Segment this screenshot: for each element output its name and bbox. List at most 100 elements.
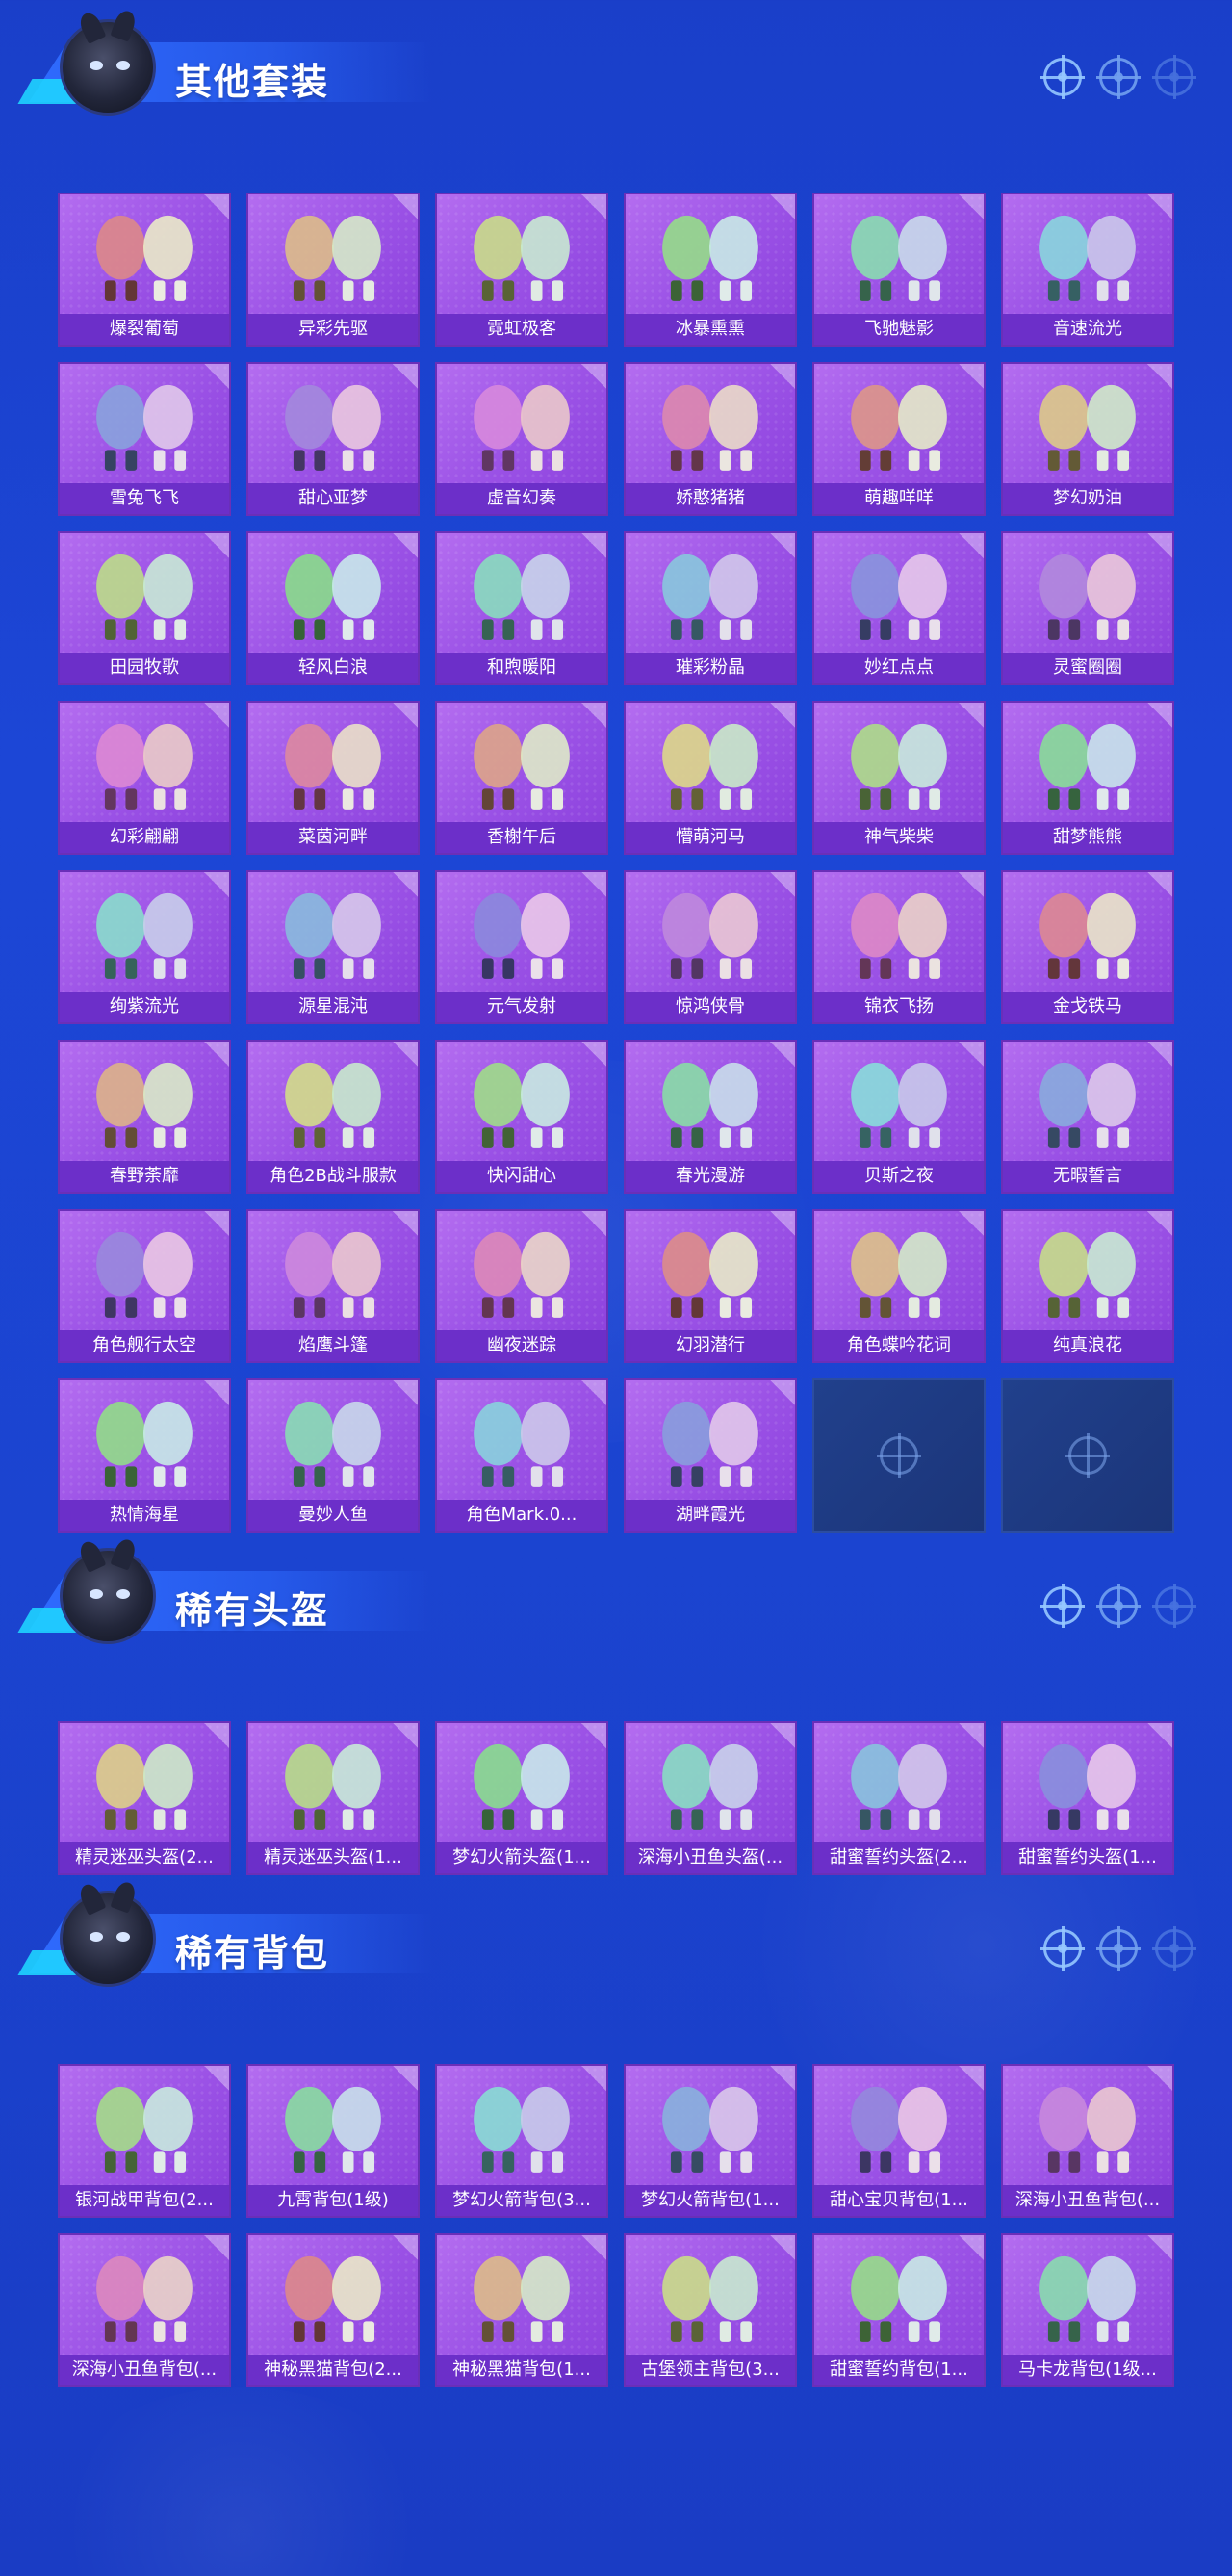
item-card[interactable]: 精灵迷巫头盔(2... [58, 1721, 231, 1875]
item-card[interactable]: 甜蜜誓约头盔(2... [812, 1721, 986, 1875]
item-card[interactable]: 幻羽潜行 [624, 1209, 797, 1363]
section-title: 其他套装 [175, 61, 330, 103]
item-card[interactable]: 梦幻火箭头盔(1... [435, 1721, 608, 1875]
item-label: 湖畔霞光 [626, 1500, 795, 1531]
item-thumbnail [96, 892, 192, 979]
item-card[interactable]: 梦幻奶油 [1001, 362, 1174, 516]
item-card[interactable]: 甜蜜誓约头盔(1... [1001, 1721, 1174, 1875]
item-card[interactable]: 幻彩翩翩 [58, 701, 231, 855]
item-thumbnail [1040, 2255, 1136, 2342]
item-card[interactable]: 梦幻火箭背包(3... [435, 2064, 608, 2218]
item-thumbnail [96, 1062, 192, 1148]
item-card[interactable]: 懵萌河马 [624, 701, 797, 855]
item-card[interactable]: 轻风白浪 [246, 531, 420, 685]
item-label: 轻风白浪 [248, 653, 418, 683]
item-card[interactable]: 源星混沌 [246, 870, 420, 1024]
item-card[interactable]: 田园牧歌 [58, 531, 231, 685]
item-label: 梦幻火箭头盔(1... [437, 1842, 606, 1873]
item-label: 娇憨猪猪 [626, 483, 795, 514]
header-decor [1040, 1926, 1196, 1971]
item-card[interactable]: 雪兔飞飞 [58, 362, 231, 516]
item-card[interactable]: 湖畔霞光 [624, 1378, 797, 1533]
item-card[interactable]: 古堡领主背包(3... [624, 2233, 797, 2387]
item-card[interactable]: 爆裂葡萄 [58, 193, 231, 347]
item-label: 精灵迷巫头盔(2... [60, 1842, 229, 1873]
item-thumbnail [1040, 384, 1136, 471]
item-card[interactable]: 马卡龙背包(1级... [1001, 2233, 1174, 2387]
item-card[interactable]: 焰鹰斗篷 [246, 1209, 420, 1363]
item-label: 甜蜜誓约头盔(2... [814, 1842, 984, 1873]
item-card[interactable]: 热情海星 [58, 1378, 231, 1533]
item-card[interactable]: 精灵迷巫头盔(1... [246, 1721, 420, 1875]
item-thumbnail [474, 1231, 570, 1318]
item-card[interactable]: 香榭午后 [435, 701, 608, 855]
item-card[interactable]: 角色舰行太空 [58, 1209, 231, 1363]
item-card[interactable]: 异彩先驱 [246, 193, 420, 347]
item-card[interactable]: 菜茵河畔 [246, 701, 420, 855]
item-card[interactable]: 虚音幻奏 [435, 362, 608, 516]
item-card[interactable]: 娇憨猪猪 [624, 362, 797, 516]
item-card[interactable]: 曼妙人鱼 [246, 1378, 420, 1533]
item-card[interactable]: 甜梦熊熊 [1001, 701, 1174, 855]
item-card[interactable]: 甜心宝贝背包(1... [812, 2064, 986, 2218]
item-thumbnail [1040, 2086, 1136, 2173]
item-label: 深海小丑鱼头盔(... [626, 1842, 795, 1873]
item-card[interactable]: 惊鸿侠骨 [624, 870, 797, 1024]
item-thumbnail [1040, 1062, 1136, 1148]
item-label: 飞驰魅影 [814, 314, 984, 345]
item-card[interactable]: 贝斯之夜 [812, 1040, 986, 1194]
item-thumbnail [96, 723, 192, 810]
item-card[interactable]: 萌趣咩咩 [812, 362, 986, 516]
item-thumbnail [851, 723, 947, 810]
item-label: 纯真浪花 [1003, 1330, 1172, 1361]
item-card[interactable]: 霓虹极客 [435, 193, 608, 347]
item-card[interactable]: 角色2B战斗服款 [246, 1040, 420, 1194]
item-card[interactable]: 甜心亚梦 [246, 362, 420, 516]
item-card[interactable]: 幽夜迷踪 [435, 1209, 608, 1363]
item-thumbnail [285, 2255, 381, 2342]
item-thumbnail [285, 1231, 381, 1318]
item-card[interactable]: 角色Mark.0... [435, 1378, 608, 1533]
item-thumbnail [96, 554, 192, 640]
item-card[interactable]: 春野荼靡 [58, 1040, 231, 1194]
item-card[interactable]: 璀彩粉晶 [624, 531, 797, 685]
item-card[interactable]: 神气柴柴 [812, 701, 986, 855]
item-label: 妙红点点 [814, 653, 984, 683]
item-thumbnail [662, 723, 758, 810]
item-label: 幻羽潜行 [626, 1330, 795, 1361]
item-thumbnail [851, 2255, 947, 2342]
item-card[interactable]: 无暇誓言 [1001, 1040, 1174, 1194]
item-card[interactable]: 锦衣飞扬 [812, 870, 986, 1024]
crosshair-target-icon [1096, 55, 1141, 99]
crosshair-target-icon [1152, 1926, 1196, 1971]
item-card[interactable]: 银河战甲背包(2... [58, 2064, 231, 2218]
item-card[interactable]: 飞驰魅影 [812, 193, 986, 347]
item-card[interactable]: 春光漫游 [624, 1040, 797, 1194]
item-card[interactable]: 神秘黑猫背包(1... [435, 2233, 608, 2387]
item-card[interactable]: 和煦暖阳 [435, 531, 608, 685]
item-card[interactable]: 快闪甜心 [435, 1040, 608, 1194]
item-card[interactable]: 妙红点点 [812, 531, 986, 685]
item-thumbnail [474, 384, 570, 471]
item-card[interactable]: 金戈铁马 [1001, 870, 1174, 1024]
item-card[interactable]: 灵蜜圈圈 [1001, 531, 1174, 685]
item-card[interactable]: 九霄背包(1级) [246, 2064, 420, 2218]
item-label: 古堡领主背包(3... [626, 2355, 795, 2385]
item-card[interactable]: 绚紫流光 [58, 870, 231, 1024]
item-card[interactable]: 甜蜜誓约背包(1... [812, 2233, 986, 2387]
item-thumbnail [851, 892, 947, 979]
item-card[interactable]: 元气发射 [435, 870, 608, 1024]
item-thumbnail [96, 1743, 192, 1830]
item-card[interactable]: 深海小丑鱼背包(... [1001, 2064, 1174, 2218]
item-card[interactable]: 纯真浪花 [1001, 1209, 1174, 1363]
item-card[interactable]: 神秘黑猫背包(2... [246, 2233, 420, 2387]
item-thumbnail [851, 1743, 947, 1830]
item-card[interactable]: 冰暴熏熏 [624, 193, 797, 347]
item-card[interactable]: 梦幻火箭背包(1... [624, 2064, 797, 2218]
section-2: 稀有背包 [0, 1879, 1232, 1987]
item-card[interactable]: 角色蝶吟花词 [812, 1209, 986, 1363]
item-card[interactable]: 深海小丑鱼头盔(... [624, 1721, 797, 1875]
item-card[interactable]: 深海小丑鱼背包(... [58, 2233, 231, 2387]
item-card[interactable]: 音速流光 [1001, 193, 1174, 347]
item-label: 音速流光 [1003, 314, 1172, 345]
